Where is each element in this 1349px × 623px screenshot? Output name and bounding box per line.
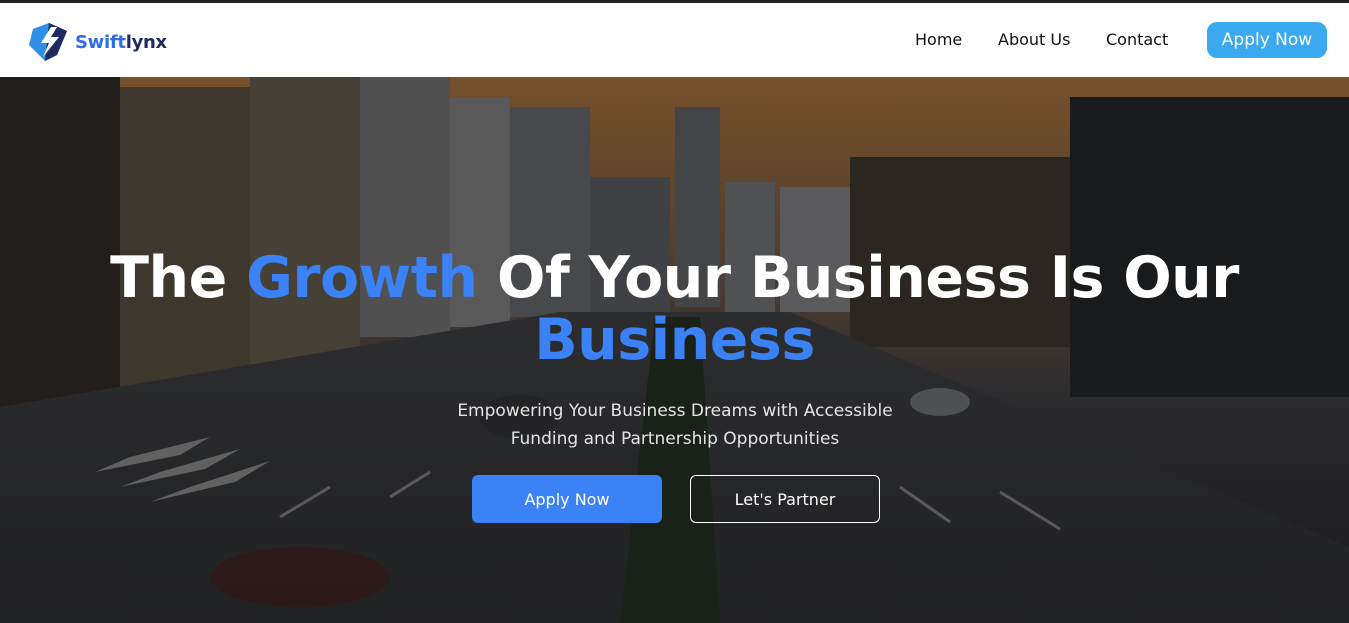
brand-logo[interactable]: Swiftlynx: [27, 21, 167, 63]
headline-accent-growth: Growth: [246, 245, 478, 311]
hero-headline: The Growth Of Your Business Is Our Busin…: [0, 247, 1349, 371]
hero-partner-button[interactable]: Let's Partner: [690, 475, 880, 523]
nav-contact-link[interactable]: Contact: [1106, 30, 1168, 49]
headline-text-1: The: [110, 245, 247, 311]
hero-subtitle: Empowering Your Business Dreams with Acc…: [457, 401, 893, 449]
hero-section: The Growth Of Your Business Is Our Busin…: [0, 77, 1349, 623]
brand-name: Swiftlynx: [75, 32, 167, 53]
headline-text-2: Of Your Business Is Our: [477, 245, 1239, 311]
nav-apply-button[interactable]: Apply Now: [1207, 22, 1327, 58]
lightning-logo-icon: [29, 23, 67, 61]
headline-accent-business: Business: [534, 307, 815, 373]
brand-name-part2: lynx: [125, 31, 167, 53]
nav-home-link[interactable]: Home: [915, 30, 962, 49]
hero-apply-button[interactable]: Apply Now: [472, 475, 662, 523]
brand-name-part1: Swift: [75, 31, 126, 53]
nav-about-link[interactable]: About Us: [998, 30, 1070, 49]
navbar: Swiftlynx Home About Us Contact Apply No…: [0, 3, 1349, 77]
